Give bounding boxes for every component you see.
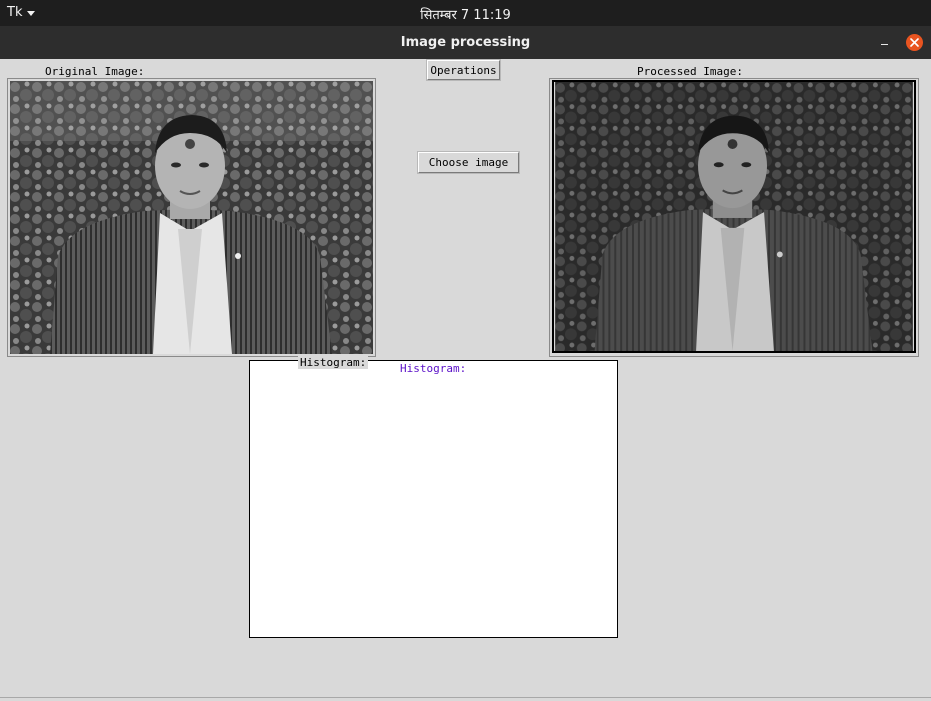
original-image xyxy=(10,81,373,354)
clock[interactable]: सितम्बर 7 11:19 xyxy=(0,5,931,23)
window-bottom-border xyxy=(0,697,931,698)
histogram-frame-label: Histogram: xyxy=(298,356,369,369)
window-title-bar: Image processing xyxy=(0,26,931,59)
operations-button[interactable]: Operations xyxy=(427,60,500,80)
histogram-canvas-label: Histogram: xyxy=(400,362,467,375)
processed-image-label: Processed Image: xyxy=(637,65,743,78)
histogram-canvas xyxy=(249,360,618,638)
processed-image xyxy=(552,80,916,353)
window-title: Image processing xyxy=(400,35,531,50)
minimize-icon[interactable] xyxy=(877,34,893,50)
close-icon[interactable] xyxy=(906,34,923,51)
choose-image-button[interactable]: Choose image xyxy=(418,152,519,173)
system-top-bar: Tk सितम्बर 7 11:19 xyxy=(0,0,931,26)
original-image-label: Original Image: xyxy=(45,65,145,78)
